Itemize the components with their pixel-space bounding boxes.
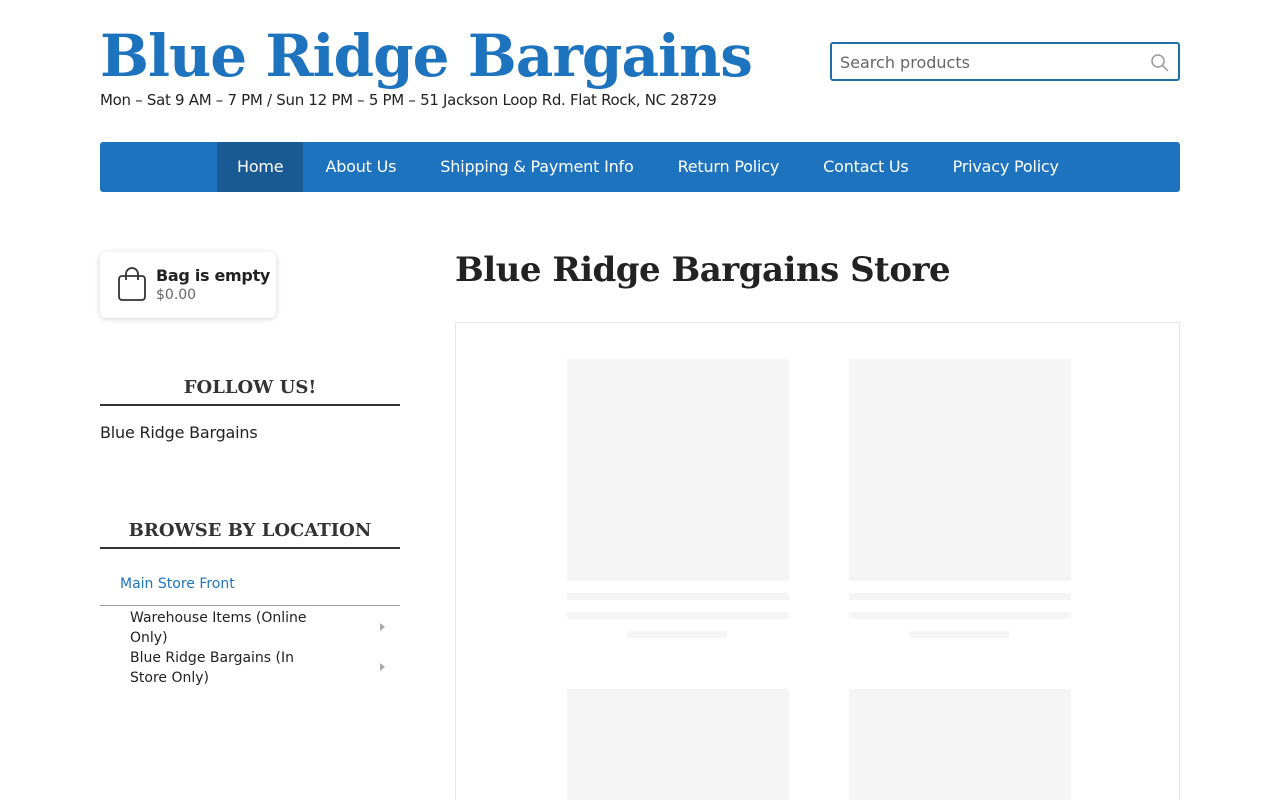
follow-us-heading: FOLLOW US! [100,377,400,406]
category-main-store-front[interactable]: Main Store Front [120,576,235,592]
product-image-placeholder [567,689,789,800]
category-warehouse-items[interactable]: Warehouse Items (Online Only) [130,608,330,648]
shopping-bag-widget[interactable]: Bag is empty $0.00 [100,252,276,318]
nav-item-privacy-policy[interactable]: Privacy Policy [931,142,1081,192]
search-box[interactable] [830,42,1180,81]
product-title-placeholder [567,612,789,619]
site-title[interactable]: Blue Ridge Bargains [100,22,753,90]
category-divider [100,605,400,606]
product-title-placeholder [567,593,789,600]
chevron-right-icon[interactable] [380,663,385,671]
follow-link[interactable]: Blue Ridge Bargains [100,423,258,442]
nav-items: Home About Us Shipping & Payment Info Re… [217,142,1081,192]
bag-status: Bag is empty [156,266,271,285]
nav-item-home[interactable]: Home [217,142,304,192]
product-price-placeholder [909,631,1009,638]
shopping-bag-icon [117,266,147,302]
page-title: Blue Ridge Bargains Store [455,250,951,290]
product-title-placeholder [849,612,1071,619]
product-image-placeholder [849,359,1071,581]
browse-by-location-heading: BROWSE BY LOCATION [100,520,400,549]
store-hours-address: Mon – Sat 9 AM – 7 PM / Sun 12 PM – 5 PM… [100,91,717,109]
main-nav: Home About Us Shipping & Payment Info Re… [100,142,1180,192]
product-image-placeholder [567,359,789,581]
bag-total: $0.00 [156,287,197,303]
search-icon[interactable] [1150,53,1170,73]
nav-item-about-us[interactable]: About Us [303,142,418,192]
nav-item-return-policy[interactable]: Return Policy [656,142,802,192]
product-title-placeholder [849,593,1071,600]
product-image-placeholder [849,689,1071,800]
chevron-right-icon[interactable] [380,623,385,631]
nav-item-shipping-payment[interactable]: Shipping & Payment Info [418,142,655,192]
store-product-grid [455,322,1180,800]
nav-item-contact-us[interactable]: Contact Us [801,142,930,192]
product-price-placeholder [627,631,727,638]
search-input[interactable] [840,50,1140,74]
category-in-store-only[interactable]: Blue Ridge Bargains (In Store Only) [130,648,330,688]
